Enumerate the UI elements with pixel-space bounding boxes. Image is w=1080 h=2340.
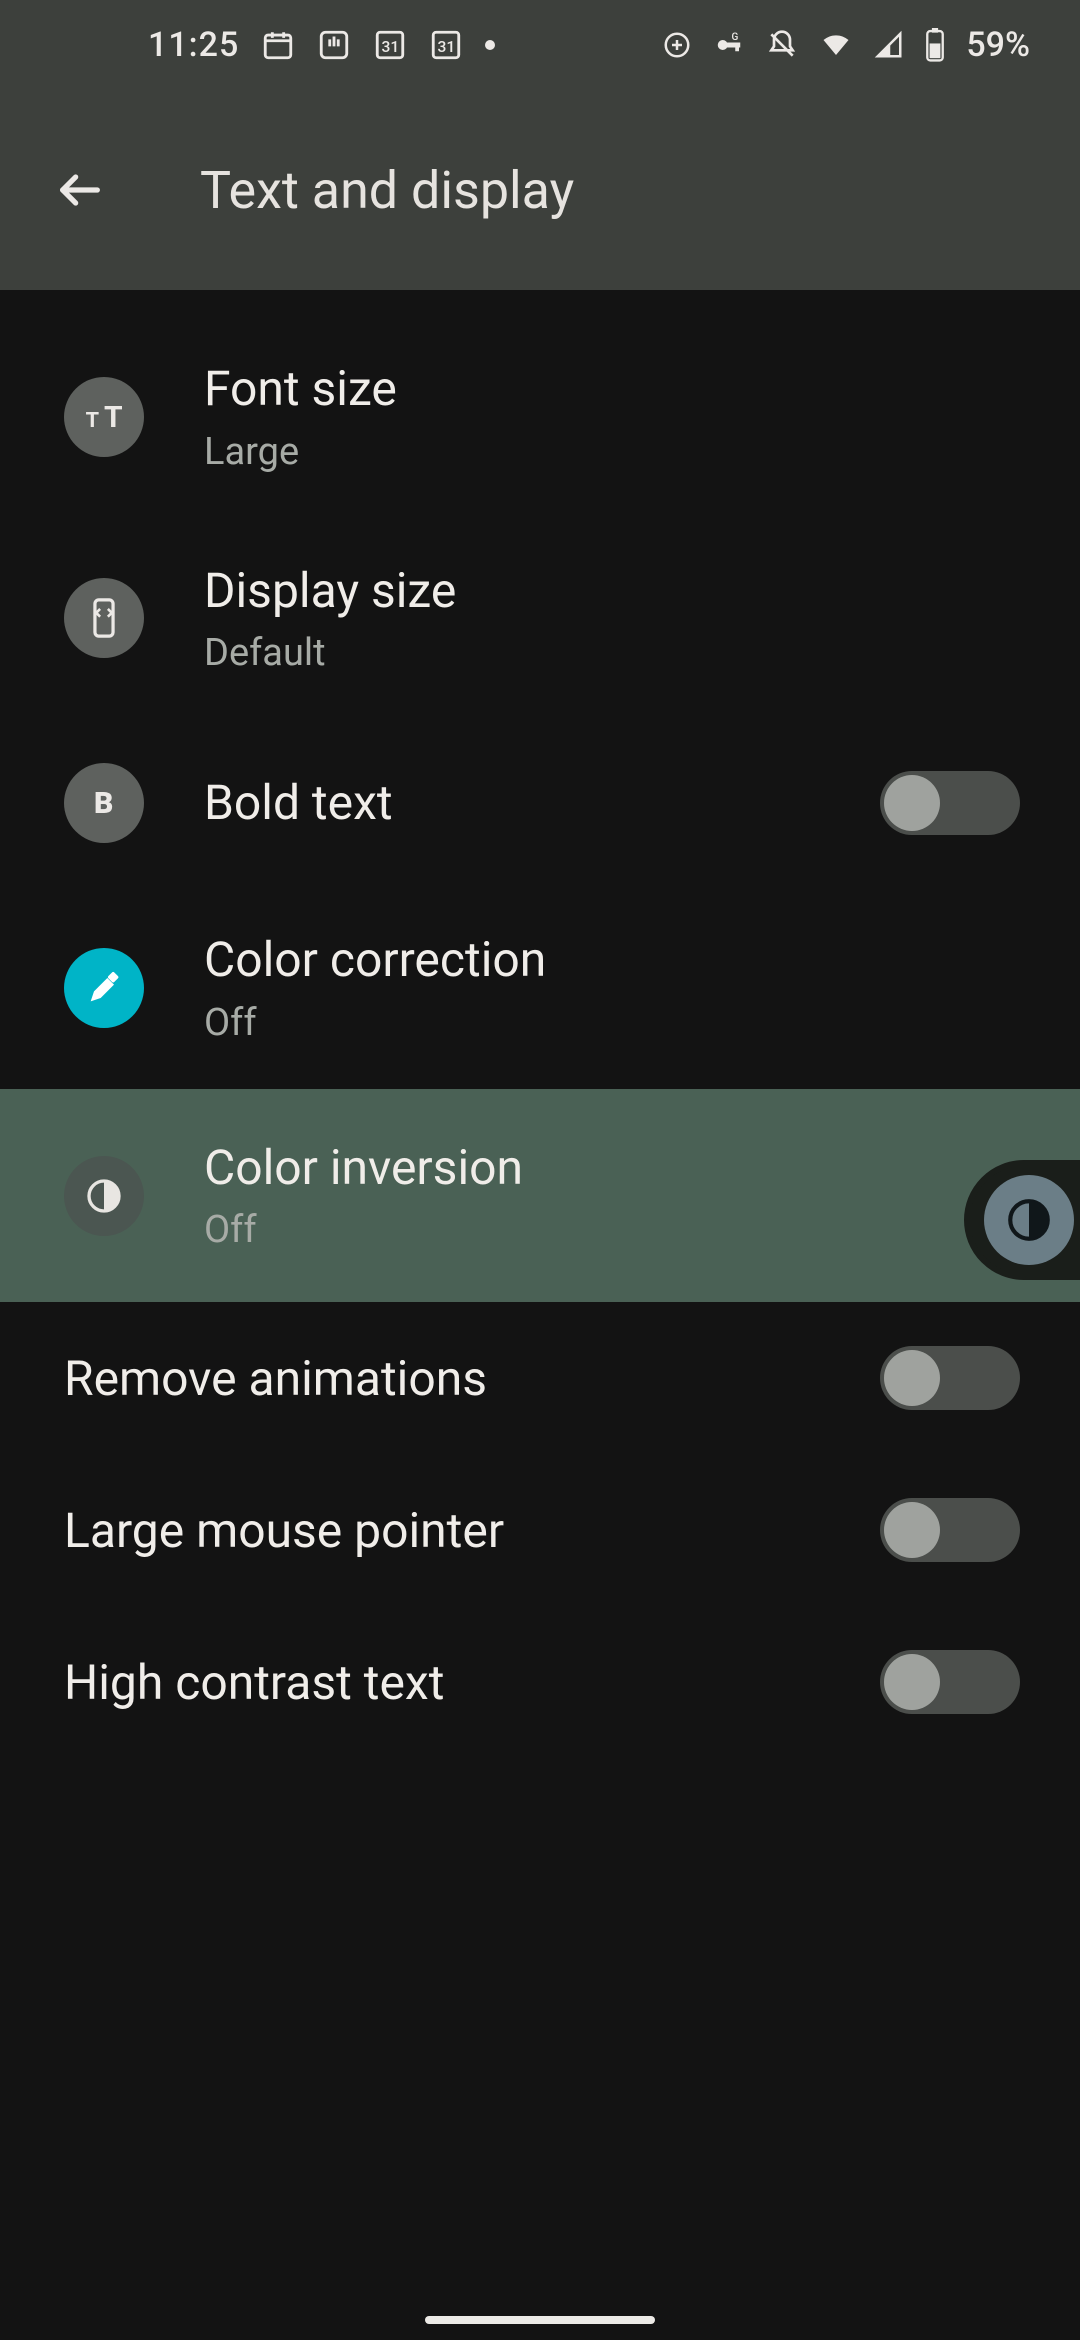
- row-subtitle: Off: [204, 1001, 1020, 1045]
- date-31b-icon: 31: [429, 28, 463, 62]
- accessibility-fab-inner: [984, 1175, 1074, 1265]
- svg-text:31: 31: [438, 38, 456, 56]
- row-text: Remove animations: [64, 1350, 880, 1408]
- row-bold-text[interactable]: B Bold text: [0, 719, 1080, 887]
- row-subtitle: Large: [204, 430, 1020, 474]
- font-size-icon: TT: [64, 377, 144, 457]
- accessibility-fab[interactable]: [964, 1160, 1080, 1280]
- row-high-contrast-text[interactable]: High contrast text: [0, 1606, 1080, 1758]
- row-title: Display size: [204, 562, 1020, 620]
- status-bar: 11:25 31 31: [0, 0, 1080, 90]
- status-left: 11:25 31 31: [148, 25, 495, 65]
- vpn-key-icon: G: [712, 30, 746, 60]
- row-large-mouse-pointer[interactable]: Large mouse pointer: [0, 1454, 1080, 1606]
- inversion-icon: [1004, 1195, 1054, 1245]
- row-display-size[interactable]: Display size Default: [0, 518, 1080, 720]
- inversion-icon: [64, 1156, 144, 1236]
- row-title: Large mouse pointer: [64, 1502, 880, 1560]
- page-title: Text and display: [200, 160, 574, 221]
- row-title: Color correction: [204, 931, 1020, 989]
- row-title: Color inversion: [204, 1139, 1020, 1197]
- svg-text:T: T: [86, 408, 99, 433]
- svg-text:B: B: [94, 786, 113, 821]
- bold-text-switch[interactable]: [880, 771, 1020, 835]
- row-remove-animations[interactable]: Remove animations: [0, 1302, 1080, 1454]
- row-subtitle: Default: [204, 631, 1020, 675]
- row-color-inversion[interactable]: Color inversion Off: [0, 1089, 1080, 1303]
- nav-home-pill[interactable]: [425, 2316, 655, 2324]
- battery-icon: [924, 28, 946, 62]
- row-text: Large mouse pointer: [64, 1502, 880, 1560]
- svg-text:G: G: [732, 32, 739, 43]
- row-font-size[interactable]: TT Font size Large: [0, 316, 1080, 518]
- row-text: Display size Default: [204, 562, 1020, 676]
- data-saver-icon: [662, 30, 692, 60]
- calendar-small-icon: [261, 28, 295, 62]
- wifi-icon: [818, 30, 854, 60]
- battery-percent: 59%: [966, 25, 1030, 65]
- display-size-icon: [64, 578, 144, 658]
- svg-text:31: 31: [382, 38, 400, 56]
- hand-icon: [317, 28, 351, 62]
- row-text: Bold text: [204, 774, 880, 832]
- row-title: Font size: [204, 360, 1020, 418]
- bold-icon: B: [64, 763, 144, 843]
- row-subtitle: Off: [204, 1208, 1020, 1252]
- high-contrast-switch[interactable]: [880, 1650, 1020, 1714]
- status-right: G 59%: [662, 25, 1030, 65]
- dnd-off-icon: [766, 29, 798, 61]
- eyedropper-icon: [64, 948, 144, 1028]
- arrow-left-icon: [54, 164, 106, 216]
- date-31a-icon: 31: [373, 28, 407, 62]
- svg-text:T: T: [104, 400, 123, 435]
- row-title: High contrast text: [64, 1654, 880, 1712]
- back-button[interactable]: [40, 150, 120, 230]
- row-text: Font size Large: [204, 360, 1020, 474]
- app-bar: Text and display: [0, 90, 1080, 290]
- more-notifications-icon: [485, 40, 495, 50]
- row-color-correction[interactable]: Color correction Off: [0, 887, 1080, 1089]
- row-text: Color correction Off: [204, 931, 1020, 1045]
- signal-icon: [874, 30, 904, 60]
- row-text: Color inversion Off: [204, 1139, 1020, 1253]
- row-title: Remove animations: [64, 1350, 880, 1408]
- status-time: 11:25: [148, 25, 239, 65]
- large-pointer-switch[interactable]: [880, 1498, 1020, 1562]
- settings-list: TT Font size Large Display size Default …: [0, 290, 1080, 1758]
- row-title: Bold text: [204, 774, 880, 832]
- row-text: High contrast text: [64, 1654, 880, 1712]
- remove-animations-switch[interactable]: [880, 1346, 1020, 1410]
